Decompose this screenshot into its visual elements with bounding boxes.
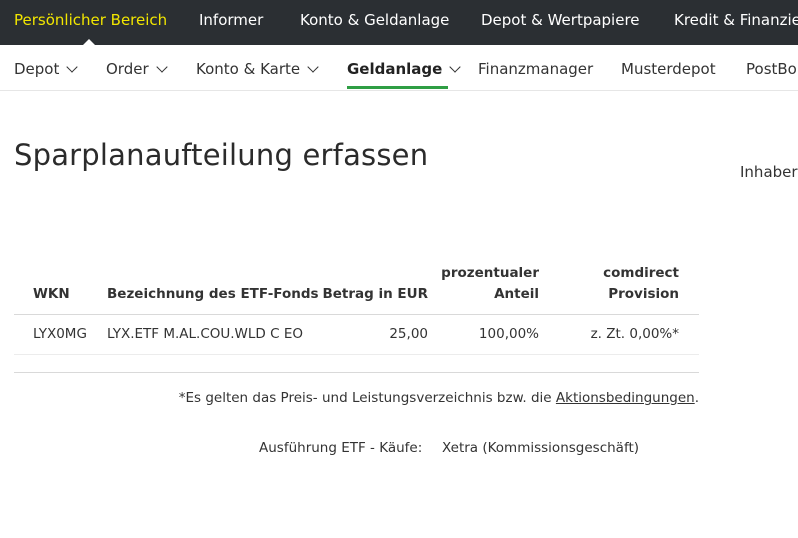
chevron-down-icon (66, 61, 79, 73)
subnav-item-geldanlage[interactable]: Geldanlage (347, 45, 462, 90)
cell-amount: 25,00 (389, 326, 428, 342)
subnav-item-label: Geldanlage (347, 60, 443, 78)
column-header-amount: Betrag in EUR (322, 286, 428, 302)
cell-wkn: LYX0MG (33, 326, 87, 342)
chevron-down-icon (155, 61, 168, 73)
subnav-item-label: Konto & Karte (196, 60, 301, 78)
column-header-wkn: WKN (33, 286, 70, 302)
subnav-item-depot[interactable]: Depot (14, 45, 79, 90)
topnav-item-kredit-finanzierung[interactable]: Kredit & Finanzie (674, 0, 798, 45)
cell-share: 100,00% (478, 326, 539, 342)
cell-provision: z. Zt. 0,00%* (590, 326, 679, 342)
owner-label: Inhaber (740, 163, 798, 181)
subnav-item-label: Depot (14, 60, 60, 78)
footnote-text: *Es gelten das Preis- und Leistungsverze… (178, 390, 556, 406)
column-header-provision-line2: Provision (608, 286, 679, 302)
chevron-down-icon (449, 61, 462, 73)
execution-label: Ausführung ETF - Käufe: (259, 440, 423, 456)
column-header-share-line2: Anteil (494, 286, 539, 302)
subnav-item-musterdepot[interactable]: Musterdepot (621, 45, 716, 90)
subnav-item-konto-karte[interactable]: Konto & Karte (196, 45, 319, 90)
footnote: *Es gelten das Preis- und Leistungsverze… (179, 390, 699, 406)
column-header-provision-line1: comdirect (603, 265, 679, 281)
table-header-divider (14, 314, 699, 315)
page-title: Sparplanaufteilung erfassen (14, 138, 429, 172)
aktionsbedingungen-link[interactable]: Aktionsbedingungen (556, 390, 695, 406)
chevron-down-icon (307, 61, 319, 73)
subnav-item-order[interactable]: Order (106, 45, 168, 90)
subnav-item-label: Order (106, 60, 149, 78)
top-navigation: Persönlicher Bereich Informer Konto & Ge… (0, 0, 798, 45)
table-row-divider (14, 354, 699, 355)
topnav-item-konto-geldanlage[interactable]: Konto & Geldanlage (300, 0, 449, 45)
subnav-item-postbox[interactable]: PostBo (746, 45, 797, 90)
footnote-end: . (694, 390, 699, 406)
active-tab-underline (347, 86, 448, 89)
cell-fund-name: LYX.ETF M.AL.COU.WLD C EO (107, 326, 303, 342)
subnav-item-finanzmanager[interactable]: Finanzmanager (478, 45, 593, 90)
execution-value: Xetra (Kommissionsgeschäft) (442, 440, 640, 456)
column-header-name: Bezeichnung des ETF-Fonds (107, 286, 319, 302)
topnav-item-informer[interactable]: Informer (199, 0, 263, 45)
topnav-item-depot-wertpapiere[interactable]: Depot & Wertpapiere (481, 0, 640, 45)
column-header-share-line1: prozentualer (441, 265, 539, 281)
sub-navigation: Depot Order Konto & Karte Geldanlage Fin… (0, 45, 798, 91)
table-bottom-divider (14, 372, 699, 373)
